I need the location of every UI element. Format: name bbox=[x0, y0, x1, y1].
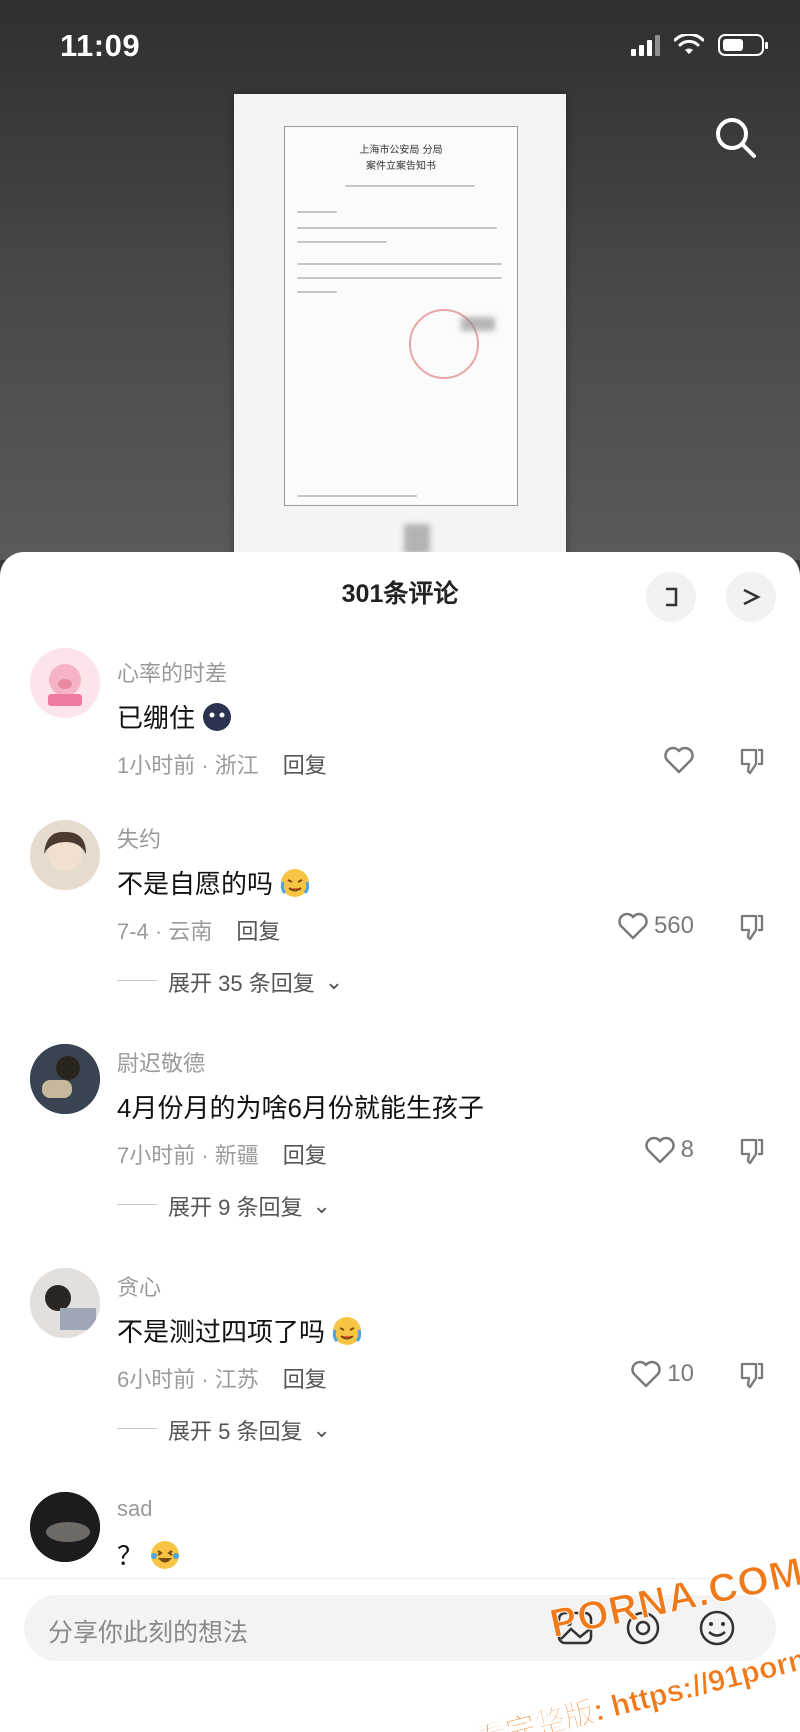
status-time: 11:09 bbox=[60, 28, 141, 63]
document-title: 上海市公安局 分局 bbox=[359, 145, 443, 156]
heart-icon bbox=[618, 912, 648, 940]
redaction bbox=[461, 317, 495, 331]
speechless-emoji-icon bbox=[203, 702, 232, 731]
avatar[interactable] bbox=[30, 820, 100, 890]
comment-username[interactable]: sad bbox=[117, 1496, 152, 1522]
close-button[interactable] bbox=[726, 572, 776, 622]
reply-button[interactable]: 回复 bbox=[236, 914, 280, 946]
like-button[interactable]: 560 bbox=[618, 912, 694, 940]
laughing-tears-emoji-icon bbox=[151, 1540, 180, 1569]
doc-text-line bbox=[345, 185, 475, 187]
expand-fullscreen-button[interactable] bbox=[646, 572, 696, 622]
doc-text-line bbox=[297, 263, 502, 265]
avatar-image bbox=[30, 1492, 100, 1562]
comment-time-location: 1小时前 · 浙江 bbox=[117, 753, 259, 778]
expand-replies-label: 展开 9 条回复 bbox=[168, 1195, 303, 1220]
pig-avatar-icon bbox=[48, 664, 82, 706]
like-count: 8 bbox=[680, 1136, 694, 1163]
avatar[interactable] bbox=[30, 1492, 100, 1562]
avatar-image bbox=[30, 820, 100, 890]
reply-button[interactable]: 回复 bbox=[283, 1138, 327, 1170]
doc-text-line bbox=[297, 211, 337, 213]
battery-icon bbox=[718, 34, 768, 56]
wifi-icon bbox=[674, 34, 704, 54]
comment-sheet: 301条评论 心率的时差 已绷住 1小时前 · 浙江 回复 失约 不是自愿的吗 … bbox=[0, 552, 800, 1732]
comment-time-location: 7小时前 · 新疆 bbox=[117, 1143, 259, 1168]
divider bbox=[117, 1204, 157, 1205]
dislike-icon[interactable] bbox=[736, 1360, 766, 1390]
expand-replies-button[interactable]: 展开 9 条回复 ⌄ bbox=[168, 1190, 331, 1222]
video-area[interactable]: 11:09 上海市公安局 分局 案件立案告知书 bbox=[0, 0, 800, 564]
comment-text: 4月份月的为啥6月份就能生孩子 bbox=[117, 1088, 484, 1125]
comment-text: 不是测过四项了吗 bbox=[117, 1312, 363, 1349]
comment-meta: 6小时前 · 江苏 回复 bbox=[117, 1362, 327, 1394]
comment-text-content: 不是自愿的吗 bbox=[117, 869, 274, 899]
doc-text-line bbox=[297, 495, 417, 497]
comment-meta: 7小时前 · 新疆 回复 bbox=[117, 1138, 327, 1170]
dislike-icon[interactable] bbox=[736, 1136, 766, 1166]
comment-username[interactable]: 心率的时差 bbox=[117, 656, 227, 688]
doc-text-line bbox=[297, 227, 497, 229]
doc-text-line bbox=[297, 241, 387, 243]
document-image: 上海市公安局 分局 案件立案告知书 bbox=[234, 94, 566, 564]
divider bbox=[117, 980, 157, 981]
expand-replies-label: 展开 35 条回复 bbox=[168, 971, 315, 996]
heart-icon bbox=[664, 746, 694, 774]
like-count: 560 bbox=[653, 912, 694, 939]
comment-text-content: 4月份月的为啥6月份就能生孩子 bbox=[117, 1093, 484, 1123]
comment-username[interactable]: 尉迟敬德 bbox=[117, 1046, 205, 1078]
close-icon bbox=[743, 588, 761, 606]
cellular-signal-icon bbox=[631, 34, 660, 56]
comment-meta: 1小时前 · 浙江 回复 bbox=[117, 748, 327, 780]
divider bbox=[117, 1428, 157, 1429]
dislike-icon[interactable] bbox=[736, 746, 766, 776]
like-button[interactable] bbox=[664, 746, 694, 774]
comment-username[interactable]: 失约 bbox=[117, 822, 161, 854]
avatar[interactable] bbox=[30, 1044, 100, 1114]
chevron-down-icon: ⌄ bbox=[312, 1193, 331, 1218]
chevron-down-icon: ⌄ bbox=[324, 969, 344, 994]
like-button[interactable]: 10 bbox=[631, 1360, 694, 1388]
crying-emoji-icon bbox=[332, 1316, 362, 1345]
comment-time-location: 7-4 · 云南 bbox=[117, 919, 213, 944]
expand-replies-button[interactable]: 展开 35 条回复 ⌄ bbox=[168, 966, 343, 998]
comment-text-content: 已绷住 bbox=[117, 703, 196, 733]
comment-text: 不是自愿的吗 bbox=[117, 864, 311, 901]
doc-text-line bbox=[297, 291, 337, 293]
status-bar: 11:09 bbox=[0, 0, 800, 100]
redaction bbox=[404, 524, 430, 554]
comment-username[interactable]: 贪心 bbox=[117, 1270, 161, 1302]
doc-text-line bbox=[297, 277, 502, 279]
like-button[interactable]: 8 bbox=[644, 1136, 694, 1164]
comment-text: ？ bbox=[117, 1536, 181, 1573]
dislike-icon[interactable] bbox=[736, 912, 766, 942]
heart-icon bbox=[644, 1136, 675, 1164]
crying-emoji-icon bbox=[280, 868, 310, 897]
avatar[interactable] bbox=[30, 1268, 100, 1338]
document-page: 上海市公安局 分局 案件立案告知书 bbox=[284, 126, 518, 506]
comment-text-content: 不是测过四项了吗 bbox=[117, 1317, 326, 1347]
document-subtitle: 案件立案告知书 bbox=[366, 161, 436, 172]
reply-button[interactable]: 回复 bbox=[283, 748, 327, 780]
search-icon[interactable] bbox=[710, 112, 762, 164]
heart-icon bbox=[631, 1360, 662, 1388]
avatar-image bbox=[30, 1268, 100, 1338]
comment-meta: 7-4 · 云南 回复 bbox=[117, 914, 280, 946]
avatar-image bbox=[30, 1044, 100, 1114]
comment-input-placeholder: 分享你此刻的想法 bbox=[48, 1619, 249, 1647]
status-icons bbox=[631, 34, 768, 56]
chevron-down-icon: ⌄ bbox=[312, 1417, 331, 1442]
like-count: 10 bbox=[667, 1360, 694, 1387]
comment-text-content: ？ bbox=[117, 1541, 144, 1571]
expand-replies-label: 展开 5 条回复 bbox=[168, 1419, 303, 1444]
comment-text: 已绷住 bbox=[117, 698, 233, 735]
expand-replies-button[interactable]: 展开 5 条回复 ⌄ bbox=[168, 1414, 331, 1446]
comment-time-location: 6小时前 · 江苏 bbox=[117, 1367, 259, 1392]
reply-button[interactable]: 回复 bbox=[283, 1362, 327, 1394]
avatar[interactable] bbox=[30, 648, 100, 718]
expand-icon bbox=[666, 587, 678, 607]
